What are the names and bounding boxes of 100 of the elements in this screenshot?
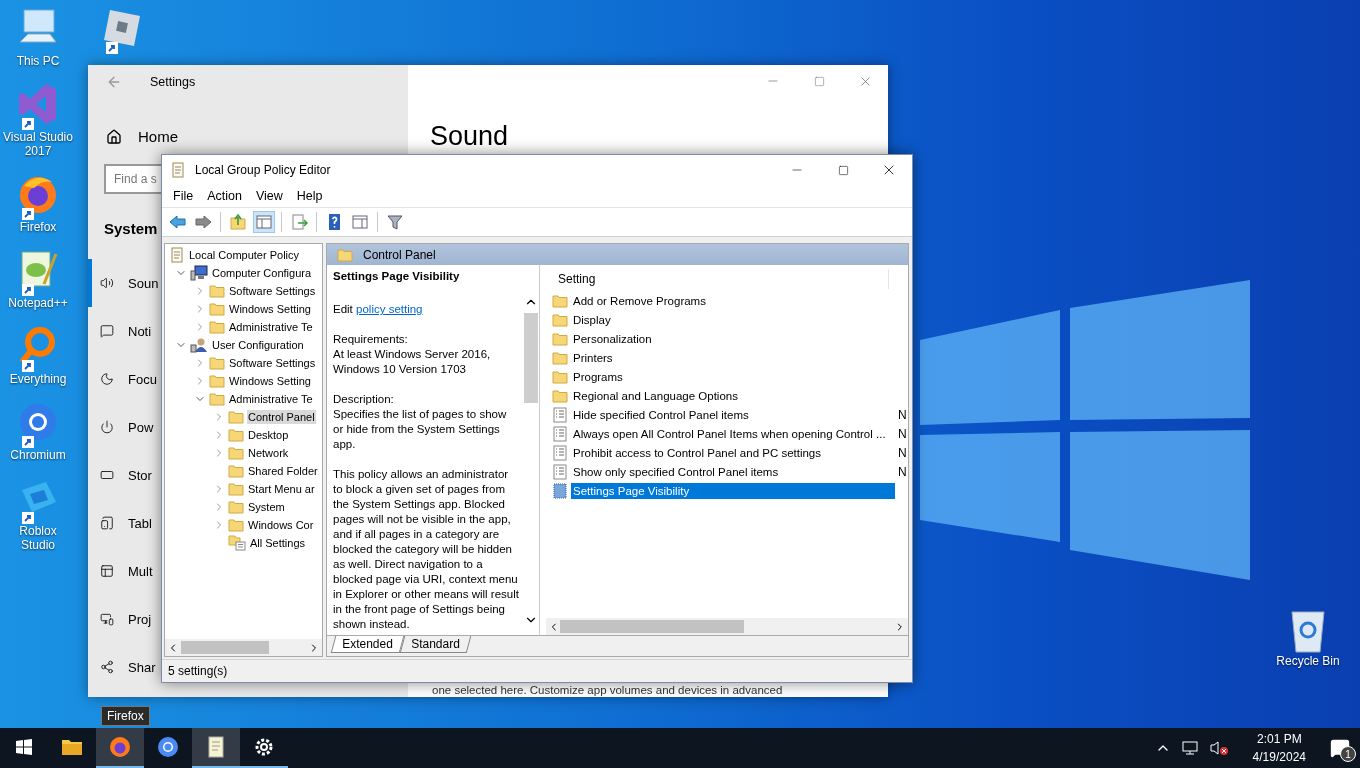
tree-item[interactable]: Windows Setting xyxy=(228,374,312,388)
firefox-icon xyxy=(108,735,132,759)
folder-icon xyxy=(552,388,568,403)
tree-item[interactable]: Software Settings xyxy=(228,284,317,298)
state-cell: N xyxy=(898,426,908,441)
toolbar-button[interactable] xyxy=(253,211,275,233)
description-text: This policy allows an administrator to block a given set of pages from the System Settings app. Blocked pages will not be visible in the app, and if all pages in a category are blocked the category will be hidden as well. Direct navigation to a blocked page via URI, context menu in Explorer or other means will result in the front page of Settings being shown instead. xyxy=(333,467,519,632)
toolbar-button[interactable] xyxy=(227,211,249,233)
setting-row[interactable]: Always open All Control Panel Items when opening Control ... xyxy=(571,425,895,442)
policy-document-icon xyxy=(552,425,568,442)
edit-label: Edit xyxy=(333,303,353,315)
tree-item[interactable]: Administrative Te xyxy=(228,320,314,334)
description-label: Description: xyxy=(333,392,395,407)
muted-volume-icon[interactable] xyxy=(1208,740,1229,756)
nav-item[interactable]: Shar xyxy=(88,643,161,691)
home-icon[interactable] xyxy=(106,128,122,145)
folder-icon xyxy=(552,331,568,346)
tree-item[interactable]: User Configuration xyxy=(211,338,305,352)
tree-item[interactable]: Desktop xyxy=(247,428,290,442)
filter-icon xyxy=(386,213,404,231)
state-cell: N xyxy=(898,445,908,460)
folder-icon xyxy=(209,320,225,334)
column-header[interactable]: Setting xyxy=(546,269,889,289)
home-link[interactable]: Home xyxy=(138,128,178,145)
storage-icon xyxy=(100,468,114,482)
nav-item[interactable]: Focu xyxy=(88,355,161,403)
multitasking-icon xyxy=(100,564,114,578)
setting-row[interactable]: Personalization xyxy=(571,330,895,347)
menu-item[interactable]: File xyxy=(166,189,201,203)
nav-item[interactable]: Noti xyxy=(88,307,161,355)
clock[interactable]: 2:01 PM 4/19/2024 xyxy=(1238,730,1320,766)
computer-icon xyxy=(190,265,208,281)
view-tab[interactable]: Extended xyxy=(330,636,404,653)
search-field[interactable]: Find a s xyxy=(104,164,161,194)
description-text: Specifies the list of pages to show or hide from the System Settings app. xyxy=(333,408,507,450)
tree-item[interactable]: Network xyxy=(247,446,290,460)
folder-icon xyxy=(228,464,244,478)
tree-pane-icon xyxy=(255,213,273,231)
tree-item[interactable]: Local Computer Policy xyxy=(188,248,301,262)
folder-list-icon xyxy=(228,535,246,551)
folder-icon xyxy=(228,410,244,424)
maximize-icon[interactable] xyxy=(837,164,849,176)
folder-icon xyxy=(209,284,225,298)
taskbar-app-button[interactable] xyxy=(192,728,240,768)
nav-item[interactable]: Tabl xyxy=(88,499,161,547)
requirements-text: At least Windows Server 2016, Windows 10 Version 1703 xyxy=(333,348,491,375)
folder-icon xyxy=(228,428,244,442)
setting-row[interactable]: Regional and Language Options xyxy=(571,387,895,404)
projecting-icon xyxy=(100,612,114,626)
policy-icon xyxy=(169,247,185,263)
chromium-icon xyxy=(156,735,180,759)
focus-icon xyxy=(100,372,114,386)
setting-row[interactable]: Display xyxy=(571,311,895,328)
back-arrow-icon xyxy=(168,213,186,231)
user-icon xyxy=(190,337,208,353)
tree-item[interactable]: Shared Folder xyxy=(247,464,319,478)
notifications-icon xyxy=(100,324,114,338)
setting-row[interactable]: Prohibit access to Control Panel and PC settings xyxy=(571,444,895,461)
scrollbar-thumb[interactable] xyxy=(559,620,745,633)
requirements-label: Requirements: xyxy=(333,332,409,347)
tree-item[interactable]: System xyxy=(247,500,286,514)
folder-icon xyxy=(228,482,244,496)
menu-item[interactable]: View xyxy=(248,189,290,203)
section-heading: System xyxy=(104,220,158,237)
policy-document-icon xyxy=(552,444,568,461)
setting-row[interactable]: Show only specified Control Panel items xyxy=(571,463,895,480)
menu-item[interactable]: Help xyxy=(289,189,330,203)
policy-setting-link[interactable]: policy setting xyxy=(356,303,423,315)
tree-item[interactable]: Administrative Te xyxy=(228,392,314,406)
policy-icon xyxy=(170,162,186,178)
tree-item[interactable]: Start Menu ar xyxy=(247,482,316,496)
setting-row[interactable]: Hide specified Control Panel items xyxy=(571,406,895,423)
tree-item[interactable]: Control Panel xyxy=(247,410,316,424)
nav-item[interactable]: Stor xyxy=(88,451,161,499)
nav-item[interactable]: Pow xyxy=(88,403,161,451)
setting-row[interactable]: Add or Remove Programs xyxy=(571,292,895,309)
tree-item[interactable]: Software Settings xyxy=(228,356,317,370)
setting-row[interactable]: Programs xyxy=(571,368,895,385)
nav-item[interactable]: Mult xyxy=(88,547,161,595)
forward-arrow-icon xyxy=(194,213,212,231)
scrollbar-thumb[interactable] xyxy=(524,313,538,403)
policy-document-icon xyxy=(552,406,568,423)
tree-item[interactable]: Windows Setting xyxy=(228,302,312,316)
folder-icon xyxy=(228,446,244,460)
setting-row[interactable]: Printers xyxy=(571,349,895,366)
folder-icon xyxy=(209,374,225,388)
nav-item[interactable]: Proj xyxy=(88,595,161,643)
scrollbar-thumb[interactable] xyxy=(180,641,269,654)
view-tab[interactable]: Standard xyxy=(399,636,471,653)
desktop-icon-label[interactable]: Recycle Bin xyxy=(1272,654,1344,668)
folder-icon xyxy=(228,500,244,514)
body-text: one selected here. Customize app volumes and devices in advanced xyxy=(431,684,784,697)
tree-item[interactable]: Computer Configura xyxy=(211,266,313,280)
setting-row[interactable]: Settings Page Visibility xyxy=(571,482,895,499)
network-icon[interactable] xyxy=(1180,740,1199,756)
menu-item[interactable]: Action xyxy=(200,189,249,203)
tree-item[interactable]: All Settings xyxy=(249,536,307,550)
maximize-icon[interactable] xyxy=(813,75,825,87)
tree-item[interactable]: Windows Cor xyxy=(247,518,315,532)
folder-icon xyxy=(209,302,225,316)
